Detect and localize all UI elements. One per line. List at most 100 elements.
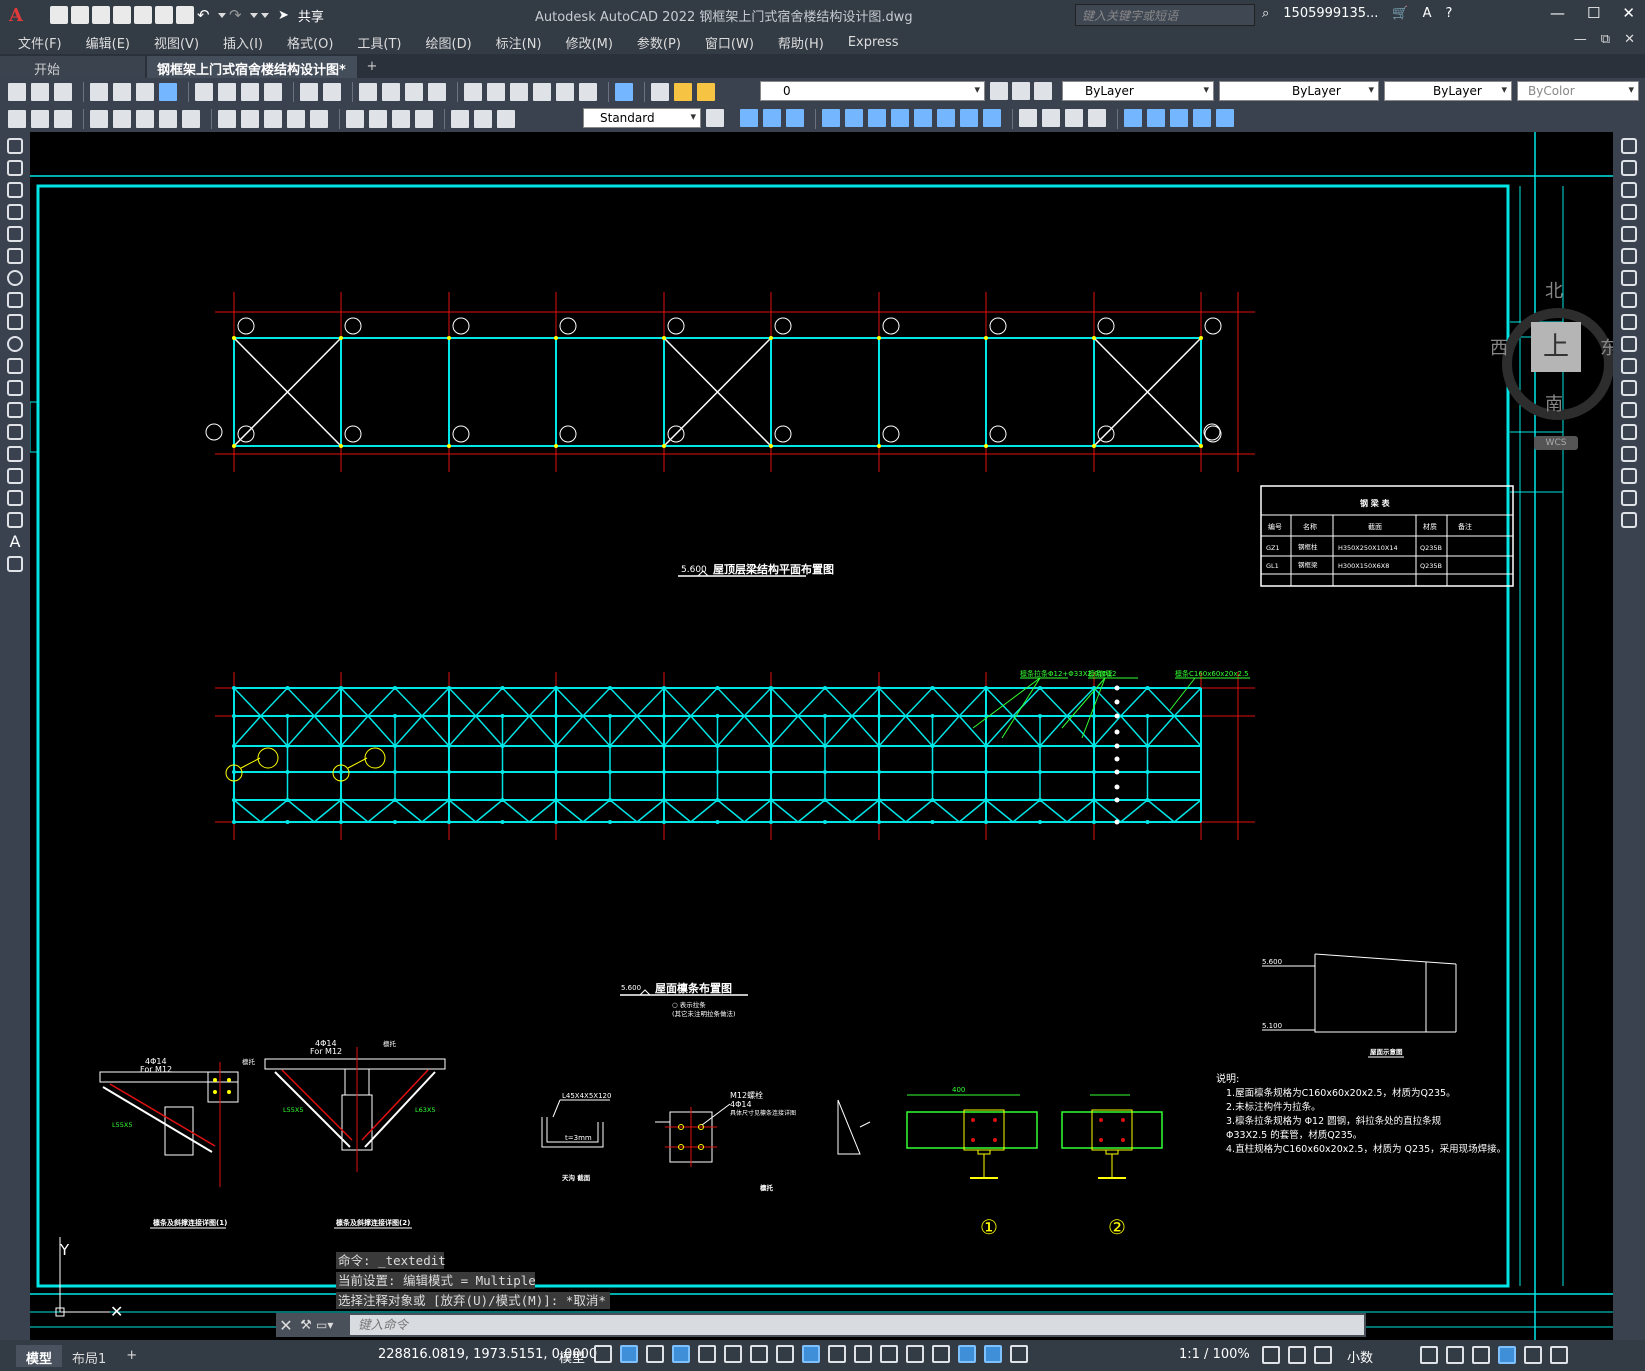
menu-dimension[interactable]: 标注(N): [496, 33, 542, 52]
revcloud-icon[interactable]: [7, 292, 23, 308]
maximize-button[interactable]: ☐: [1587, 4, 1600, 22]
menu-express[interactable]: Express: [848, 35, 899, 50]
open-icon[interactable]: [31, 82, 49, 101]
wcs-menu[interactable]: WCS: [1534, 436, 1578, 450]
compass-south[interactable]: 南: [1545, 390, 1563, 416]
layer-previous-icon[interactable]: [1012, 82, 1030, 100]
dimstyle-icon[interactable]: [706, 109, 724, 127]
search-input[interactable]: 键入关键字或短语: [1075, 4, 1255, 26]
intersect-icon[interactable]: [983, 109, 1001, 127]
zoom-realtime-icon[interactable]: [382, 82, 400, 101]
aligned-dim-icon[interactable]: [31, 109, 49, 128]
close-button[interactable]: ✕: [1622, 4, 1635, 22]
tool-palettes-icon[interactable]: [510, 82, 528, 101]
mtext-icon[interactable]: A: [7, 534, 23, 550]
ortho-icon[interactable]: [646, 1345, 664, 1363]
undo-icon[interactable]: [300, 82, 318, 101]
color-dropdown[interactable]: ByLayer: [1062, 81, 1214, 101]
plotstyle-dropdown[interactable]: ByColor: [1517, 81, 1639, 101]
rotate-icon[interactable]: [1621, 270, 1637, 286]
gizmo-icon[interactable]: [958, 1345, 976, 1363]
break-at-point-icon[interactable]: [1621, 380, 1637, 396]
save-icon[interactable]: [92, 6, 110, 24]
tab-model[interactable]: 模型: [16, 1344, 63, 1367]
lock-ui-icon[interactable]: [1446, 1346, 1464, 1364]
plot-icon[interactable]: [90, 82, 108, 101]
explode-icon[interactable]: [1621, 512, 1637, 528]
zoom-previous-icon[interactable]: [428, 82, 446, 101]
arc-length-icon[interactable]: [54, 109, 72, 128]
compass-north[interactable]: 北: [1545, 277, 1563, 303]
share-button[interactable]: 共享: [298, 6, 324, 25]
jogged-dim-icon[interactable]: [136, 109, 154, 128]
baseline-dim-icon[interactable]: [241, 109, 259, 128]
array-icon[interactable]: [1621, 226, 1637, 242]
polygon-icon[interactable]: [7, 204, 23, 220]
mirror-icon[interactable]: [1621, 182, 1637, 198]
add-layout-button[interactable]: +: [116, 1345, 147, 1367]
open-web-icon[interactable]: [134, 6, 152, 24]
zoom-window-icon[interactable]: [405, 82, 423, 101]
point-icon[interactable]: [7, 424, 23, 440]
table-icon[interactable]: [7, 512, 23, 528]
doc-restore-button[interactable]: ⧉: [1601, 32, 1610, 47]
construction-line-icon[interactable]: [7, 160, 23, 176]
plot-preview-icon[interactable]: [113, 82, 131, 101]
gradient-icon[interactable]: [7, 468, 23, 484]
new-icon[interactable]: [8, 82, 26, 101]
cut-icon[interactable]: [195, 82, 213, 101]
redo-icon[interactable]: ↷: [229, 6, 247, 24]
doc-minimize-button[interactable]: —: [1574, 32, 1587, 47]
stretch-icon[interactable]: [1621, 314, 1637, 330]
tab-active-drawing[interactable]: 钢框架上门式宿舍楼结构设计图* ✕: [147, 56, 357, 93]
save-web-icon[interactable]: [155, 6, 173, 24]
match-properties-icon[interactable]: [264, 82, 282, 101]
cone-icon[interactable]: [786, 109, 804, 127]
menu-insert[interactable]: 插入(I): [223, 33, 263, 52]
region-icon[interactable]: [7, 490, 23, 506]
dim-space-icon[interactable]: [287, 109, 305, 128]
pan-icon[interactable]: [359, 82, 377, 101]
move-icon[interactable]: [1621, 248, 1637, 264]
ucs-world-icon[interactable]: [1147, 109, 1165, 127]
tab-start[interactable]: 开始: [0, 56, 145, 78]
tab-layout1[interactable]: 布局1: [62, 1345, 116, 1367]
compass-west[interactable]: 西: [1490, 334, 1508, 360]
ordinate-dim-icon[interactable]: [90, 109, 108, 128]
dim-break-icon[interactable]: [310, 109, 328, 128]
isodraft-icon[interactable]: [698, 1345, 716, 1363]
blend-icon[interactable]: [1621, 490, 1637, 506]
menu-view[interactable]: 视图(V): [154, 33, 199, 52]
autocad-logo-icon[interactable]: A: [0, 0, 32, 30]
join-icon[interactable]: [1621, 424, 1637, 440]
make-current-layer-icon[interactable]: [990, 82, 1008, 100]
menu-file[interactable]: 文件(F): [18, 33, 62, 52]
save-as-icon[interactable]: [113, 6, 131, 24]
recent-commands-icon[interactable]: ▭▾: [316, 1318, 350, 1332]
dim-update-icon[interactable]: [497, 109, 515, 128]
paste-icon[interactable]: [241, 82, 259, 101]
transparency-icon[interactable]: [828, 1345, 846, 1363]
linear-dim-icon[interactable]: [8, 109, 26, 128]
menu-help[interactable]: 帮助(H): [778, 33, 824, 52]
ucs-icon[interactable]: [1124, 109, 1142, 127]
circle-icon[interactable]: [7, 270, 23, 286]
presspull-icon[interactable]: [845, 109, 863, 127]
user-account[interactable]: 1505999135...: [1283, 6, 1378, 21]
layer-properties-icon[interactable]: [651, 82, 669, 101]
sweep-icon[interactable]: [868, 109, 886, 127]
clean-screen-icon[interactable]: [1524, 1346, 1542, 1364]
annotation-visibility-icon[interactable]: [984, 1345, 1002, 1363]
arc-icon[interactable]: [7, 248, 23, 264]
radius-dim-icon[interactable]: [113, 109, 131, 128]
polyline-icon[interactable]: [7, 182, 23, 198]
undo-icon[interactable]: ↶: [197, 6, 215, 24]
isolate-objects-icon[interactable]: [1472, 1346, 1490, 1364]
offset-icon[interactable]: [1621, 204, 1637, 220]
markup-icon[interactable]: [556, 82, 574, 101]
close-command-line-icon[interactable]: ✕: [276, 1316, 296, 1335]
quick-dim-icon[interactable]: [218, 109, 236, 128]
extrude-icon[interactable]: [822, 109, 840, 127]
line-icon[interactable]: [7, 138, 23, 154]
wedge-icon[interactable]: [763, 109, 781, 127]
